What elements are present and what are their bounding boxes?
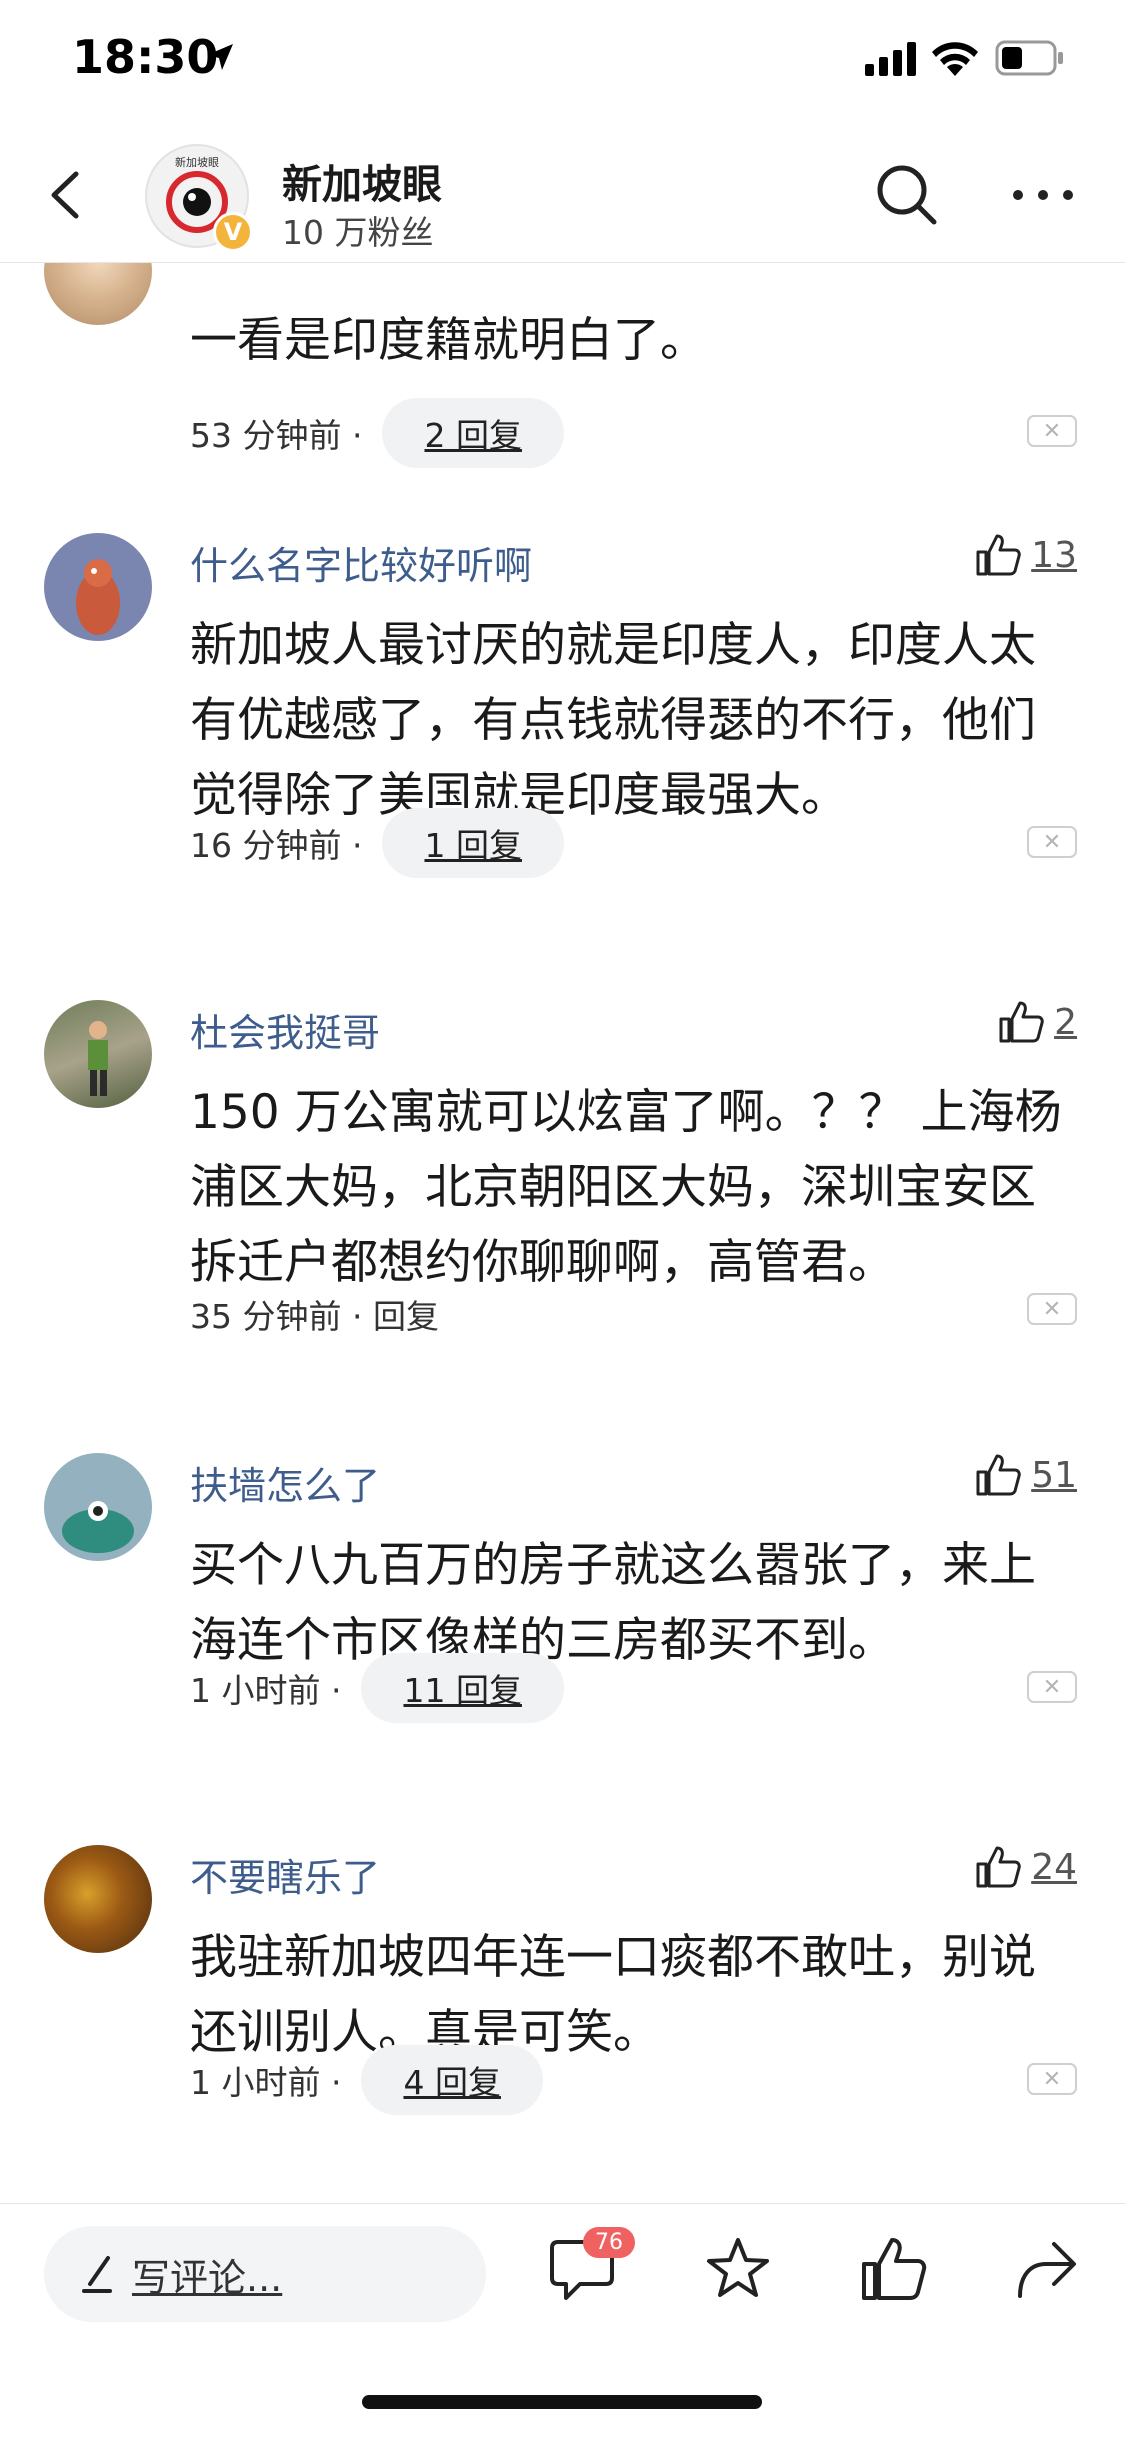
- share-icon[interactable]: [1012, 2234, 1082, 2304]
- like-button[interactable]: 13: [975, 533, 1077, 577]
- search-icon[interactable]: [872, 160, 942, 230]
- status-bar: 18:30: [0, 0, 1125, 120]
- dismiss-button[interactable]: ✕: [1027, 2063, 1077, 2095]
- comment-time: 16 分钟前 ·: [190, 826, 363, 865]
- avatar[interactable]: [44, 1000, 152, 1108]
- comment-username[interactable]: 不要瞎乐了: [190, 1847, 380, 1902]
- thumbs-up-icon: [976, 1454, 1021, 1496]
- dismiss-button[interactable]: ✕: [1027, 826, 1077, 858]
- comment-time[interactable]: 35 分钟前 · 回复: [190, 1290, 439, 1338]
- back-arrow-icon[interactable]: [38, 160, 98, 230]
- comment-meta: 53 分钟前 · 2 回复: [190, 398, 564, 468]
- comment-text: 一看是印度籍就明白了。: [190, 313, 707, 368]
- status-time: 18:30: [72, 30, 219, 84]
- cartoon-avatar-icon: [76, 559, 120, 635]
- comment-meta: 1 小时前 · 4 回复: [190, 2045, 543, 2115]
- avatar[interactable]: [44, 533, 152, 641]
- like-button[interactable]: 51: [975, 1453, 1077, 1497]
- reply-button[interactable]: 4 回复: [361, 2045, 543, 2115]
- reply-button[interactable]: 2 回复: [382, 398, 564, 468]
- comment-time: 1 小时前 ·: [190, 2063, 342, 2102]
- dismiss-button[interactable]: ✕: [1027, 1293, 1077, 1325]
- cartoon-avatar-icon: [62, 1501, 134, 1553]
- avatar[interactable]: [44, 1845, 152, 1953]
- cellular-signal-icon: [865, 42, 916, 76]
- like-button[interactable]: 2: [998, 1000, 1077, 1044]
- close-icon: ✕: [1042, 2066, 1062, 2092]
- like-count: 51: [1031, 1454, 1077, 1496]
- avatar[interactable]: [44, 263, 152, 325]
- follower-count: 10 万粉丝: [282, 213, 434, 252]
- comment-text: 150 万公寓就可以炫富了啊。？？ 上海杨浦区大妈，北京朝阳区大妈，深圳宝安区拆…: [190, 1085, 1062, 1290]
- location-arrow-icon: [207, 44, 233, 70]
- comment-username[interactable]: 杜会我挺哥: [190, 1002, 380, 1057]
- favorite-star-icon[interactable]: [703, 2234, 773, 2304]
- comment-username[interactable]: 什么名字比较好听啊: [190, 535, 532, 590]
- reply-button[interactable]: 1 回复: [382, 808, 564, 878]
- more-options-icon[interactable]: [1008, 170, 1078, 220]
- like-count: 24: [1031, 1846, 1077, 1888]
- write-comment-placeholder: 写评论...: [132, 2255, 283, 2300]
- comment-meta: 16 分钟前 · 1 回复: [190, 808, 564, 878]
- write-comment-input[interactable]: 写评论...: [44, 2226, 486, 2322]
- account-name[interactable]: 新加坡眼: [282, 152, 442, 210]
- pen-icon: [82, 2256, 112, 2293]
- close-icon: ✕: [1042, 829, 1062, 855]
- comment-meta: 1 小时前 · 11 回复: [190, 1653, 564, 1723]
- comment-feed[interactable]: 一看是印度籍就明白了。 53 分钟前 · 2 回复 ✕ 什么名字比较好听啊 13…: [0, 263, 1125, 2203]
- like-icon[interactable]: [858, 2234, 928, 2304]
- comment-time: 1 小时前 ·: [190, 1671, 342, 1710]
- like-count: 13: [1031, 534, 1077, 576]
- close-icon: ✕: [1042, 1296, 1062, 1322]
- person-photo-icon: [88, 1021, 108, 1096]
- comment-text: 新加坡人最讨厌的就是印度人，印度人太有优越感了，有点钱就得瑟的不行，他们觉得除了…: [190, 618, 1036, 823]
- reply-button[interactable]: 11 回复: [361, 1653, 564, 1723]
- comment-username[interactable]: 扶墙怎么了: [190, 1455, 380, 1510]
- thumbs-up-icon: [976, 1846, 1021, 1888]
- home-indicator[interactable]: [362, 2395, 762, 2409]
- comment-count-badge: 76: [583, 2227, 635, 2258]
- comment-time: 53 分钟前 ·: [190, 416, 363, 455]
- battery-icon: [995, 40, 1063, 76]
- thumbs-up-icon: [976, 534, 1021, 576]
- verified-badge: V: [213, 212, 253, 252]
- comment-meta: 35 分钟前 · 回复: [190, 1290, 439, 1338]
- account-header: 新加坡眼 V 新加坡眼 10 万粉丝: [0, 130, 1125, 263]
- svg-text:新加坡眼: 新加坡眼: [175, 155, 219, 169]
- thumbs-up-icon: [999, 1001, 1044, 1043]
- like-button[interactable]: 24: [975, 1845, 1077, 1889]
- dismiss-button[interactable]: ✕: [1027, 415, 1077, 447]
- like-count: 2: [1054, 1001, 1077, 1043]
- wifi-icon: [932, 42, 978, 76]
- close-icon: ✕: [1042, 418, 1062, 444]
- close-icon: ✕: [1042, 1674, 1062, 1700]
- dismiss-button[interactable]: ✕: [1027, 1671, 1077, 1703]
- avatar[interactable]: [44, 1453, 152, 1561]
